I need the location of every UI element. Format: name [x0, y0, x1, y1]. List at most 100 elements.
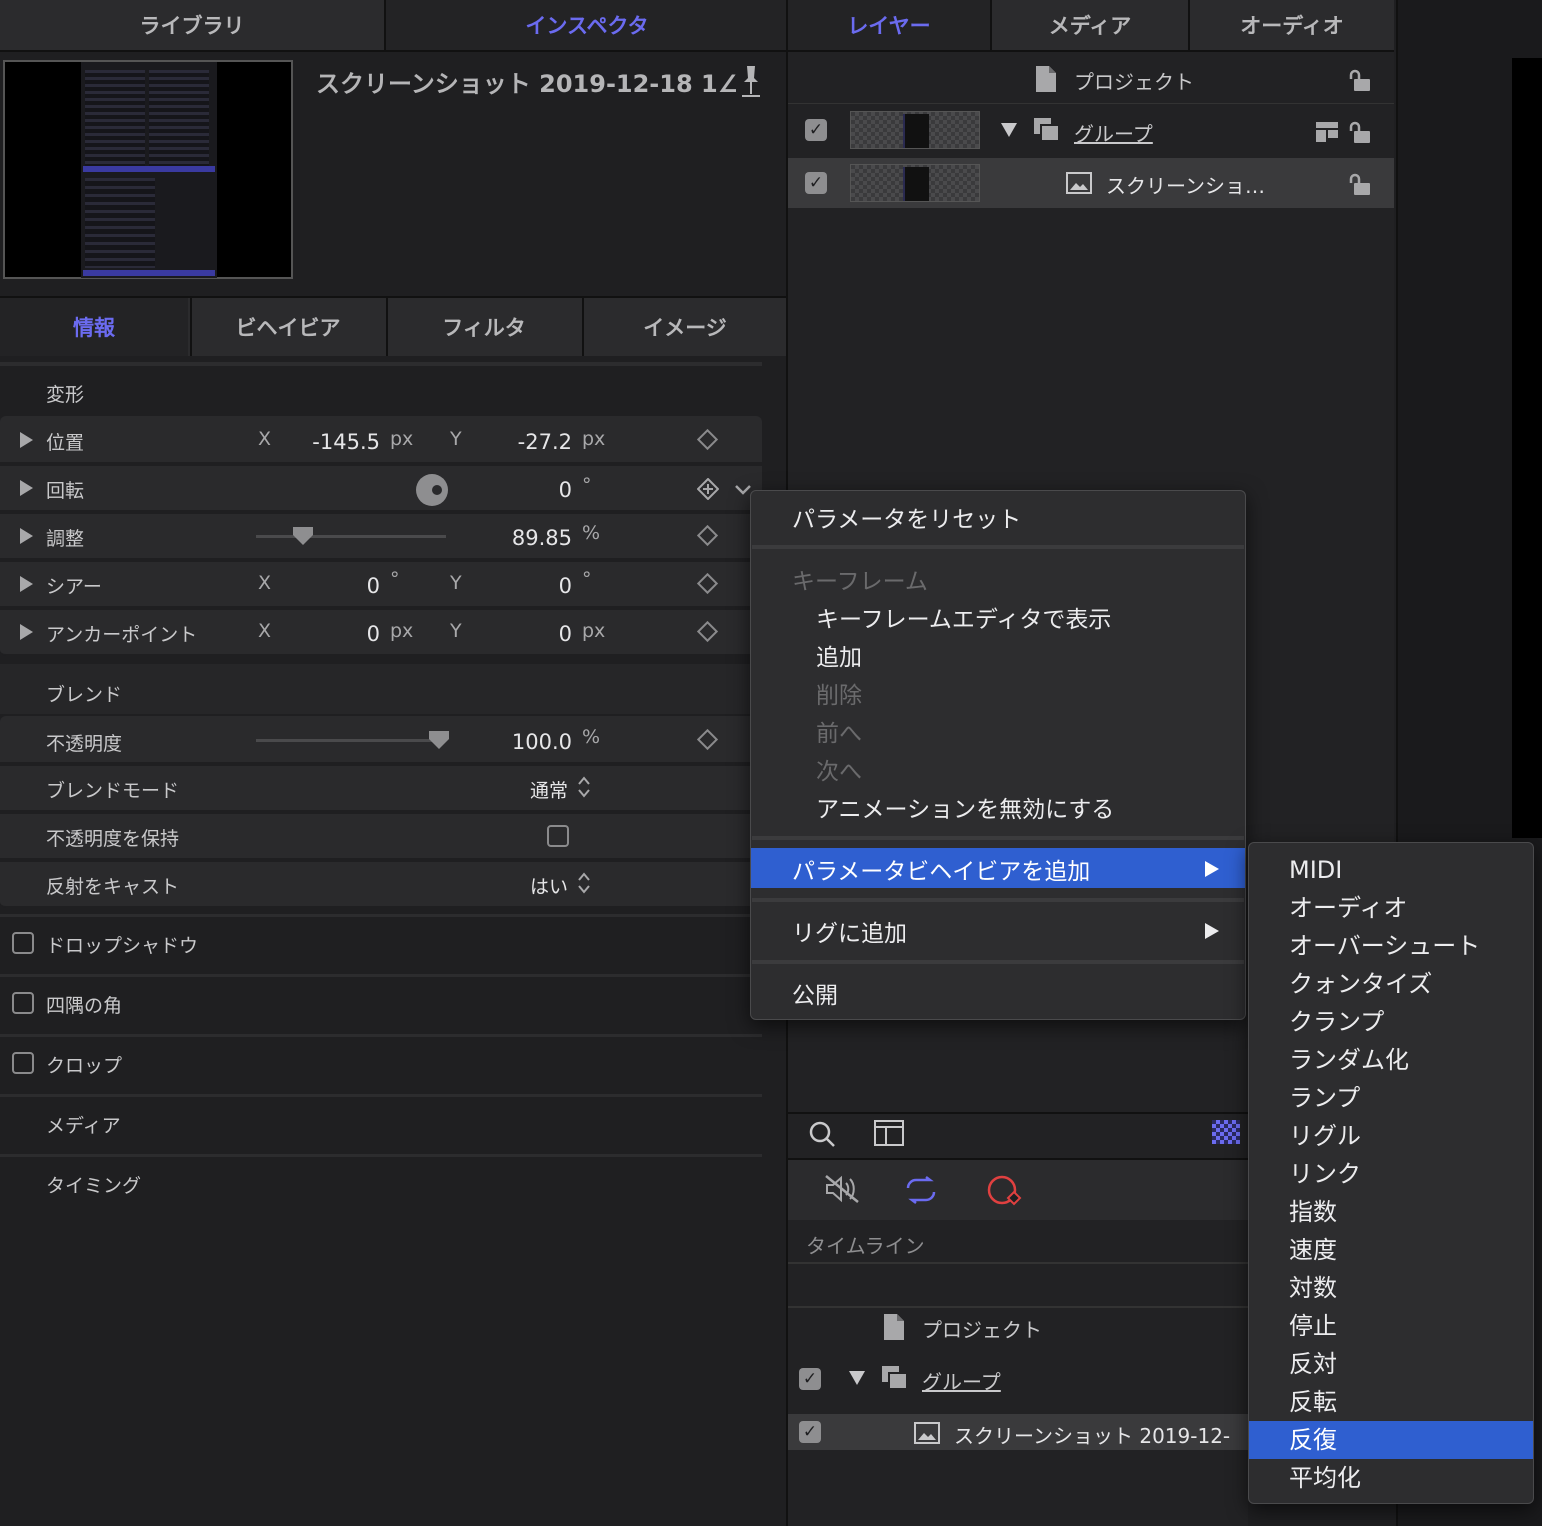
submenu-item-ramp[interactable]: ランプ: [1249, 1079, 1533, 1117]
preserve-opacity-checkbox[interactable]: [547, 825, 569, 847]
disclosure-down-icon[interactable]: [1000, 122, 1018, 138]
submenu-item-wriggle[interactable]: リグル: [1249, 1117, 1533, 1155]
unlock-icon[interactable]: [1348, 120, 1372, 144]
layer-project-label[interactable]: プロジェクト: [1074, 66, 1194, 95]
drop-shadow-checkbox[interactable]: [12, 932, 34, 954]
tab-audio[interactable]: オーディオ: [1188, 0, 1394, 50]
submenu-item-rate[interactable]: 速度: [1249, 1231, 1533, 1269]
timeline-group-checkbox[interactable]: ✓: [799, 1368, 821, 1390]
position-y-value[interactable]: -27.2: [470, 430, 572, 454]
position-row: [0, 416, 762, 464]
submenu-item-exponential[interactable]: 指数: [1249, 1193, 1533, 1231]
submenu-item-reverse[interactable]: 反転: [1249, 1383, 1533, 1421]
record-icon[interactable]: [986, 1174, 1024, 1206]
submenu-item-stop[interactable]: 停止: [1249, 1307, 1533, 1345]
anchor-y-value[interactable]: 0: [470, 622, 572, 646]
disclosure-down-icon[interactable]: [848, 1370, 866, 1386]
layer-screenshot-label[interactable]: スクリーンショ…: [1106, 170, 1265, 199]
menu-disable-animation[interactable]: アニメーションを無効にする: [816, 790, 1114, 824]
submenu-item-audio[interactable]: オーディオ: [1249, 889, 1533, 927]
blend-mode-select[interactable]: 通常: [530, 776, 568, 803]
rotation-value[interactable]: 0: [470, 478, 572, 502]
up-down-arrows-icon[interactable]: [577, 872, 591, 894]
timeline-project-label[interactable]: プロジェクト: [922, 1314, 1042, 1343]
shear-y-axis: Y: [450, 572, 462, 594]
menu-reset-parameter[interactable]: パラメータをリセット: [792, 500, 1021, 534]
group-layers-icon[interactable]: [1316, 120, 1338, 144]
menu-separator: [752, 836, 1244, 840]
crop-checkbox[interactable]: [12, 1052, 34, 1074]
submenu-item-negate[interactable]: 反対: [1249, 1345, 1533, 1383]
shear-y-value[interactable]: 0: [470, 574, 572, 598]
timeline-screenshot-checkbox[interactable]: ✓: [799, 1421, 821, 1443]
submenu-item-randomize[interactable]: ランダム化: [1249, 1041, 1533, 1079]
tab-library[interactable]: ライブラリ: [0, 0, 386, 50]
submenu-item-average[interactable]: 平均化: [1249, 1459, 1533, 1497]
tab-filter[interactable]: フィルタ: [386, 298, 580, 356]
unlock-icon[interactable]: [1348, 68, 1372, 92]
four-corner-label[interactable]: 四隅の角: [46, 991, 122, 1018]
tab-inspector[interactable]: インスペクタ: [388, 0, 786, 50]
keyframe-add-icon[interactable]: [696, 477, 720, 501]
menu-add-to-rig[interactable]: リグに追加: [792, 914, 907, 948]
blend-header: ブレンド: [46, 684, 123, 706]
media-section-label[interactable]: メディア: [46, 1111, 121, 1138]
disclosure-triangle-icon[interactable]: [20, 528, 33, 544]
tab-media[interactable]: メディア: [990, 0, 1188, 50]
submenu-item-logarithmic[interactable]: 対数: [1249, 1269, 1533, 1307]
menu-next-keyframe: 次へ: [816, 759, 862, 785]
position-x-value[interactable]: -145.5: [280, 430, 380, 454]
layout-icon[interactable]: [874, 1120, 904, 1146]
scale-value[interactable]: 89.85: [470, 526, 572, 550]
disclosure-triangle-icon[interactable]: [20, 480, 33, 496]
submenu-item-clamp[interactable]: クランプ: [1249, 1003, 1533, 1041]
tab-info[interactable]: 情報: [0, 298, 188, 356]
screenshot-thumbnail: [850, 164, 980, 202]
submenu-item-link[interactable]: リンク: [1249, 1155, 1533, 1193]
search-icon[interactable]: [808, 1120, 836, 1148]
menu-add-parameter-behavior[interactable]: パラメータビヘイビアを追加: [792, 852, 1090, 886]
timeline-group-label[interactable]: グループ: [922, 1366, 1001, 1395]
opacity-slider-track[interactable]: [256, 739, 446, 742]
anchor-label: アンカーポイント: [46, 624, 198, 646]
layer-group-label[interactable]: グループ: [1074, 118, 1153, 147]
tab-layers[interactable]: レイヤー: [788, 0, 990, 50]
disclosure-triangle-icon[interactable]: [20, 432, 33, 448]
submenu-item-overshoot[interactable]: オーバーシュート: [1249, 927, 1533, 965]
submenu-item-quantize[interactable]: クォンタイズ: [1249, 965, 1533, 1003]
opacity-slider-thumb[interactable]: [428, 730, 450, 750]
menu-separator: [752, 960, 1244, 964]
shear-x-value[interactable]: 0: [280, 574, 380, 598]
timeline-label: タイムライン: [806, 1234, 925, 1258]
screenshot-visibility-checkbox[interactable]: ✓: [805, 172, 827, 194]
group-visibility-checkbox[interactable]: ✓: [805, 119, 827, 141]
menu-publish[interactable]: 公開: [792, 976, 838, 1010]
anchor-y-unit: px: [582, 620, 606, 642]
menu-add-keyframe[interactable]: 追加: [816, 638, 862, 672]
scale-label: 調整: [46, 528, 85, 550]
timing-section-label[interactable]: タイミング: [46, 1171, 141, 1198]
scale-slider-thumb[interactable]: [292, 526, 314, 546]
rotation-dial[interactable]: [416, 474, 448, 506]
audio-mute-icon[interactable]: [824, 1174, 860, 1204]
tab-image[interactable]: イメージ: [582, 298, 786, 356]
disclosure-triangle-icon[interactable]: [20, 624, 33, 640]
loop-icon[interactable]: [902, 1176, 940, 1204]
four-corner-checkbox[interactable]: [12, 992, 34, 1014]
up-down-arrows-icon[interactable]: [577, 776, 591, 798]
unlock-icon[interactable]: [1348, 172, 1372, 196]
opacity-value[interactable]: 100.0: [470, 730, 572, 754]
drop-shadow-label[interactable]: ドロップシャドウ: [46, 931, 198, 958]
tab-behavior[interactable]: ビヘイビア: [190, 298, 384, 356]
disclosure-triangle-icon[interactable]: [20, 576, 33, 592]
menu-show-in-keyframe-editor[interactable]: キーフレームエディタで表示: [816, 600, 1111, 634]
scale-slider-track[interactable]: [256, 535, 446, 538]
checkerboard-icon[interactable]: [1212, 1120, 1240, 1144]
cast-reflection-select[interactable]: はい: [530, 872, 568, 899]
timeline-screenshot-label[interactable]: スクリーンショット 2019-12-: [954, 1420, 1244, 1449]
anchor-x-value[interactable]: 0: [280, 622, 380, 646]
pin-icon[interactable]: [740, 64, 762, 100]
crop-label[interactable]: クロップ: [46, 1051, 122, 1078]
submenu-item-midi[interactable]: MIDI: [1249, 851, 1533, 889]
submenu-item-oscillate[interactable]: 反復: [1249, 1421, 1533, 1459]
